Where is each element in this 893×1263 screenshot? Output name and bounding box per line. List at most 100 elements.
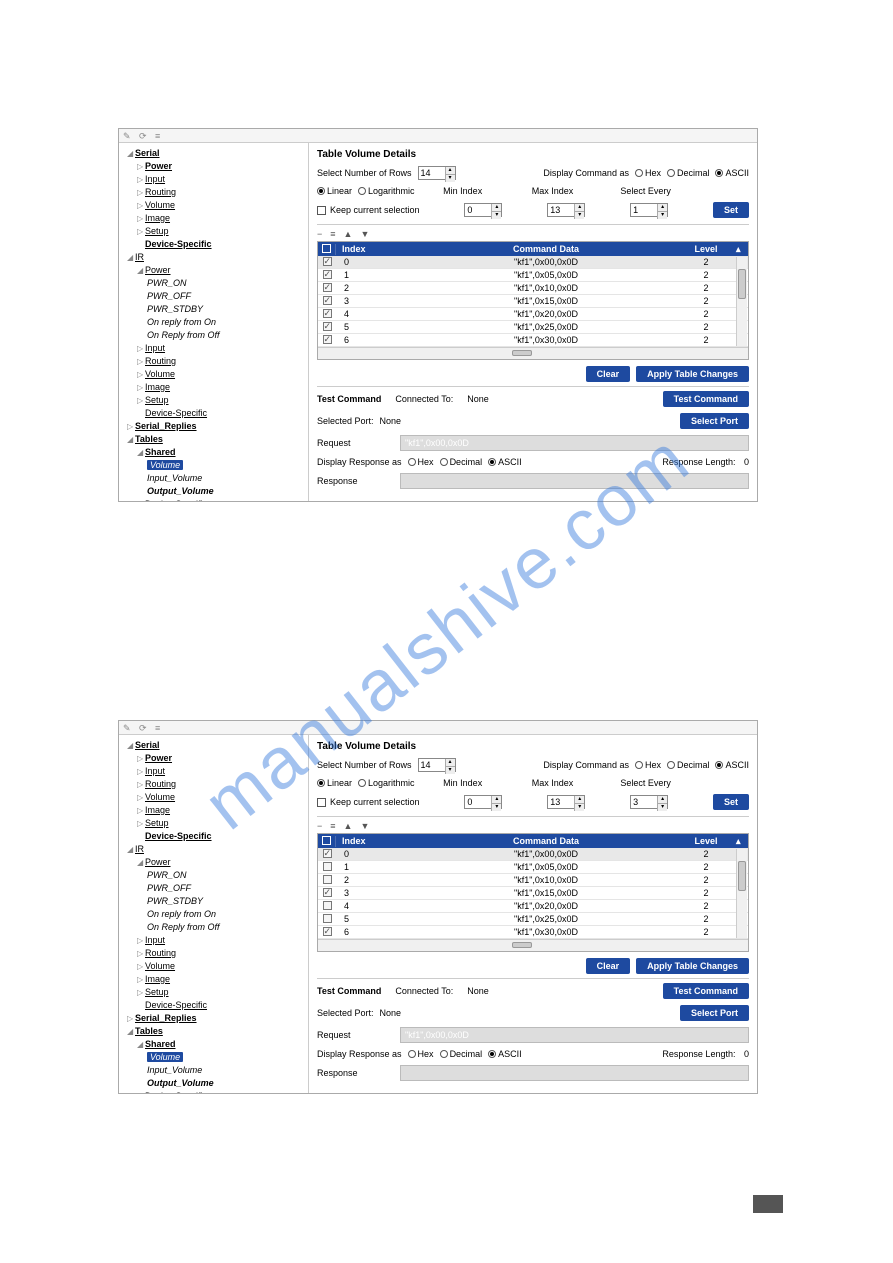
radio-hex[interactable]: Hex xyxy=(635,168,661,178)
tree-ir-volume[interactable]: Volume xyxy=(145,369,175,379)
select-rows-input[interactable] xyxy=(419,167,445,179)
tree-input-volume[interactable]: Input_Volume xyxy=(147,473,202,483)
row-checkbox[interactable] xyxy=(323,270,332,279)
radio-ascii[interactable]: ASCII xyxy=(715,168,749,178)
table-row[interactable]: 5"kf1",0x25,0x0D2 xyxy=(318,913,748,926)
request-field[interactable]: "kf1",0x00,0x0D xyxy=(400,435,749,451)
sort-down-icon[interactable]: ▼ xyxy=(360,229,369,239)
set-button[interactable]: Set xyxy=(713,202,749,218)
tree-reply-on[interactable]: On reply from On xyxy=(147,317,216,327)
resp-radio-ascii[interactable]: ASCII xyxy=(488,457,522,467)
tree-reply-off[interactable]: On Reply from Off xyxy=(147,330,220,340)
tree-pwr-on[interactable]: PWR_ON xyxy=(147,278,187,288)
sort-up-icon[interactable]: ▲ xyxy=(344,229,353,239)
min-index-spinner[interactable]: ▴▾ xyxy=(464,203,502,217)
list-icon[interactable]: ≡ xyxy=(155,131,165,141)
row-checkbox[interactable] xyxy=(323,901,332,910)
row-checkbox[interactable] xyxy=(323,927,332,936)
row-checkbox[interactable] xyxy=(323,914,332,923)
tree-output-volume[interactable]: Output_Volume xyxy=(147,486,214,496)
select-rows-spinner[interactable]: ▴▾ xyxy=(418,166,456,180)
table-row[interactable]: 1"kf1",0x05,0x0D2 xyxy=(318,861,748,874)
scrollbar[interactable] xyxy=(736,257,747,346)
col-index[interactable]: Index xyxy=(336,244,416,254)
display-cmd-as-label: Display Command as xyxy=(543,168,629,178)
select-port-button[interactable]: Select Port xyxy=(680,413,749,429)
table-row[interactable]: 6"kf1",0x30,0x0D2 xyxy=(318,334,748,347)
connected-to-label: Connected To: xyxy=(395,394,453,404)
table-row[interactable]: 4"kf1",0x20,0x0D2 xyxy=(318,308,748,321)
h-scrollbar[interactable] xyxy=(318,347,748,359)
tree-power[interactable]: Power xyxy=(145,161,172,171)
tree-device-specific[interactable]: Device-Specific xyxy=(145,239,212,249)
collapse-icon[interactable]: − xyxy=(317,229,322,239)
expand-icon[interactable]: ≡ xyxy=(330,229,335,239)
radio-log[interactable]: Logarithmic xyxy=(358,186,415,196)
table-row[interactable]: 4"kf1",0x20,0x0D2 xyxy=(318,900,748,913)
clear-button[interactable]: Clear xyxy=(586,366,631,382)
table-row[interactable]: 3"kf1",0x15,0x0D2 xyxy=(318,887,748,900)
table-row[interactable]: 5"kf1",0x25,0x0D2 xyxy=(318,321,748,334)
refresh-icon[interactable]: ⟳ xyxy=(139,723,149,733)
tree-setup[interactable]: Setup xyxy=(145,226,169,236)
table-row[interactable]: 2"kf1",0x10,0x0D2 xyxy=(318,874,748,887)
row-checkbox[interactable] xyxy=(323,322,332,331)
row-checkbox[interactable] xyxy=(323,888,332,897)
row-checkbox[interactable] xyxy=(323,283,332,292)
toolbar: ✎ ⟳ ≡ xyxy=(119,129,757,143)
tree-ir-setup[interactable]: Setup xyxy=(145,395,169,405)
tree-input[interactable]: Input xyxy=(145,174,165,184)
tree-volume-selected[interactable]: Volume xyxy=(147,460,183,470)
tree-view: ◢Serial ▷Power ▷Input ▷Routing ▷Volume ▷… xyxy=(119,735,309,1093)
tree-ir-routing[interactable]: Routing xyxy=(145,356,176,366)
refresh-icon[interactable]: ⟳ xyxy=(139,131,149,141)
row-checkbox[interactable] xyxy=(323,875,332,884)
tree-pwr-stdby[interactable]: PWR_STDBY xyxy=(147,304,203,314)
test-command-button[interactable]: Test Command xyxy=(663,391,749,407)
apply-button[interactable]: Apply Table Changes xyxy=(636,366,749,382)
list-icon[interactable]: ≡ xyxy=(155,723,165,733)
response-field[interactable] xyxy=(400,473,749,489)
radio-linear[interactable]: Linear xyxy=(317,186,352,196)
tree-serial[interactable]: Serial xyxy=(135,740,160,750)
tree-shared[interactable]: Shared xyxy=(145,447,176,457)
resp-radio-hex[interactable]: Hex xyxy=(408,457,434,467)
table-row[interactable]: 1"kf1",0x05,0x0D2 xyxy=(318,269,748,282)
tree-ir-power[interactable]: Power xyxy=(145,265,171,275)
col-cmd[interactable]: Command Data xyxy=(416,244,676,254)
tree-routing[interactable]: Routing xyxy=(145,187,176,197)
tree-ir-devspec[interactable]: Device-Specific xyxy=(145,408,207,418)
row-checkbox[interactable] xyxy=(323,335,332,344)
table-row[interactable]: 0"kf1",0x00,0x0D2 xyxy=(318,848,748,861)
panel-top: ✎ ⟳ ≡ ◢Serial ▷Power ▷Input ▷Routing ▷Vo… xyxy=(118,128,758,502)
table-row[interactable]: 3"kf1",0x15,0x0D2 xyxy=(318,295,748,308)
table-row[interactable]: 0"kf1",0x00,0x0D2 xyxy=(318,256,748,269)
row-checkbox[interactable] xyxy=(323,849,332,858)
keep-selection-checkbox[interactable] xyxy=(317,206,326,215)
tree-tables-devspec[interactable]: Device-Specific xyxy=(145,499,207,501)
tree-ir-input[interactable]: Input xyxy=(145,343,165,353)
table-row[interactable]: 6"kf1",0x30,0x0D2 xyxy=(318,926,748,939)
tree-image[interactable]: Image xyxy=(145,213,170,223)
scroll-up-icon[interactable]: ▴ xyxy=(736,244,748,255)
tree-serial-replies[interactable]: Serial_Replies xyxy=(135,421,197,431)
tree-pwr-off[interactable]: PWR_OFF xyxy=(147,291,191,301)
max-index-spinner[interactable]: ▴▾ xyxy=(547,203,585,217)
row-checkbox[interactable] xyxy=(323,862,332,871)
pencil-icon[interactable]: ✎ xyxy=(123,723,133,733)
row-checkbox[interactable] xyxy=(323,309,332,318)
table-row[interactable]: 2"kf1",0x10,0x0D2 xyxy=(318,282,748,295)
tree-volume[interactable]: Volume xyxy=(145,200,175,210)
tree-ir[interactable]: IR xyxy=(135,252,144,262)
tree-tables[interactable]: Tables xyxy=(135,434,163,444)
panel-bottom: ✎ ⟳ ≡ ◢Serial ▷Power ▷Input ▷Routing ▷Vo… xyxy=(118,720,758,1094)
radio-decimal[interactable]: Decimal xyxy=(667,168,710,178)
row-checkbox[interactable] xyxy=(323,257,332,266)
resp-radio-decimal[interactable]: Decimal xyxy=(440,457,483,467)
tree-serial[interactable]: Serial xyxy=(135,148,160,158)
select-every-spinner[interactable]: ▴▾ xyxy=(630,203,668,217)
row-checkbox[interactable] xyxy=(323,296,332,305)
col-level[interactable]: Level xyxy=(676,244,736,254)
tree-ir-image[interactable]: Image xyxy=(145,382,170,392)
pencil-icon[interactable]: ✎ xyxy=(123,131,133,141)
